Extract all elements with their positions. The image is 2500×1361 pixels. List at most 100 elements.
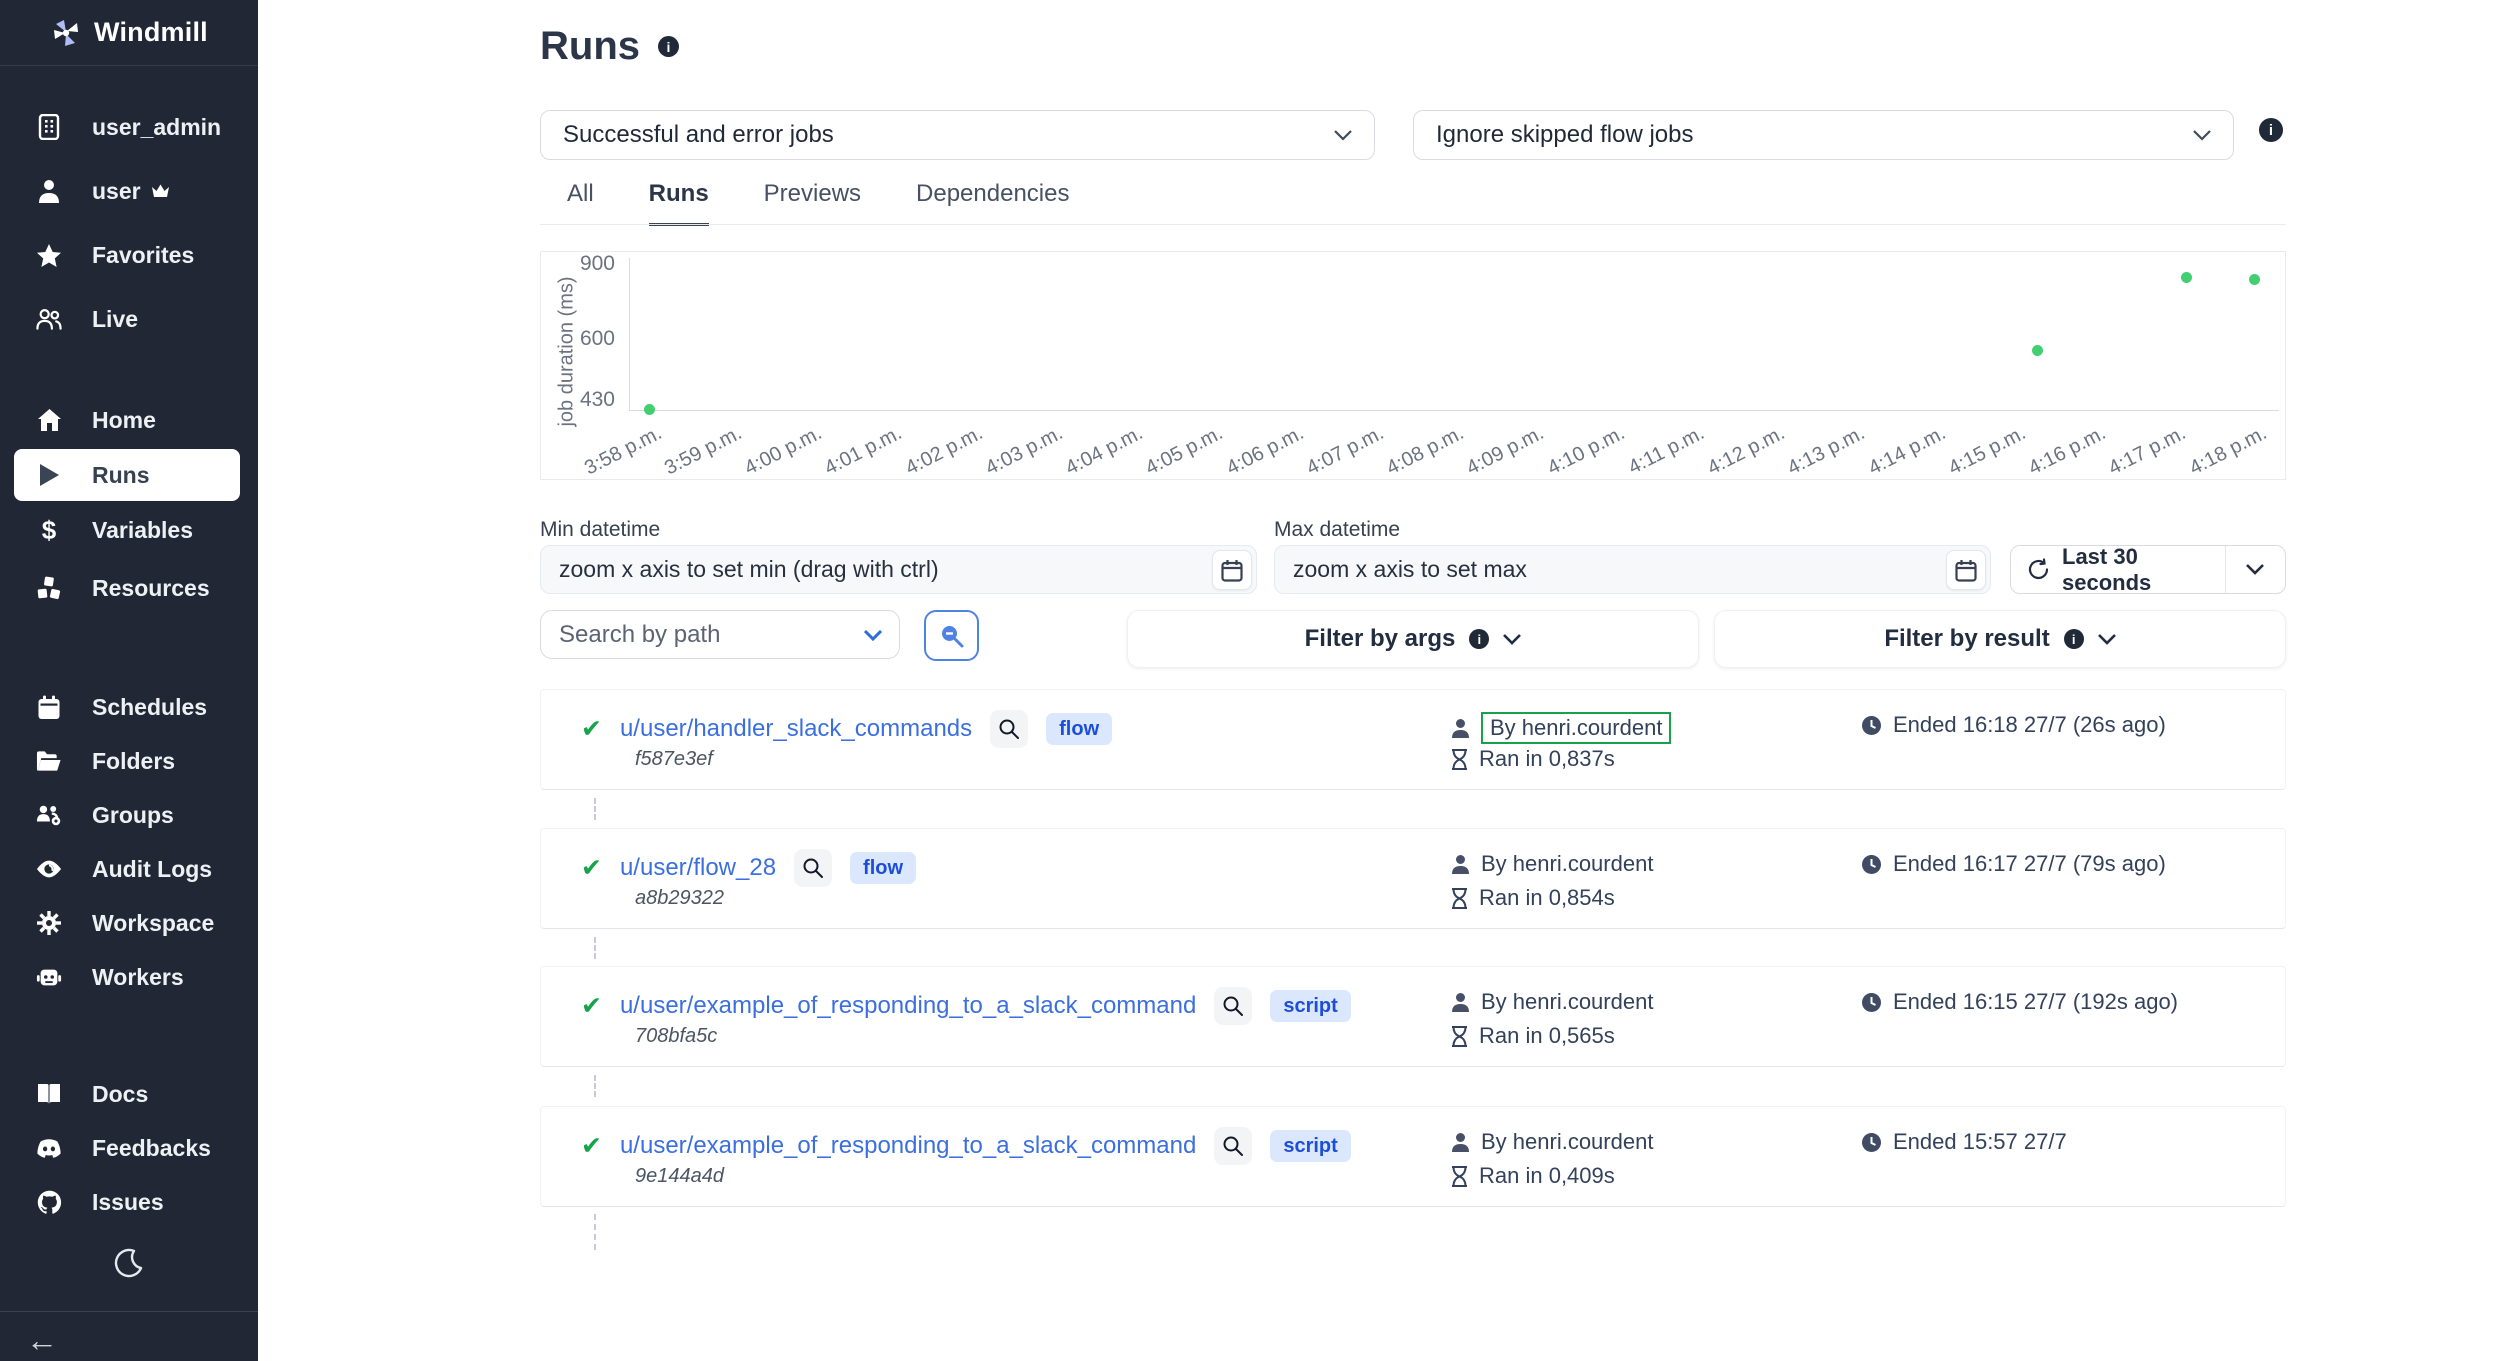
status-filter-select[interactable]: Successful and error jobs: [540, 110, 1375, 160]
inspect-run-button[interactable]: [794, 849, 832, 887]
sidebar-item-home[interactable]: Home: [0, 391, 258, 449]
chart-x-tick-label: 4:11 p.m.: [1625, 422, 1708, 480]
run-path-link[interactable]: u/user/example_of_responding_to_a_slack_…: [620, 992, 1196, 1020]
run-row[interactable]: ✔ u/user/flow_28 flow a8b29322 By henri.…: [540, 828, 2286, 929]
sidebar-item-workers[interactable]: Workers: [0, 950, 258, 1004]
building-icon: [36, 114, 62, 140]
sidebar-item-label: Schedules: [92, 694, 207, 721]
sidebar-item-variables[interactable]: $ Variables: [0, 501, 258, 559]
sidebar-item-label: Feedbacks: [92, 1135, 211, 1162]
chart-x-tick-label: 4:13 p.m.: [1784, 422, 1869, 480]
sidebar-item-label: user_admin: [92, 114, 221, 141]
run-hash: 708bfa5c: [635, 1025, 717, 1048]
sidebar-item-user-admin[interactable]: user_admin: [0, 95, 258, 159]
run-by: By henri.courdent: [1481, 851, 1653, 877]
sidebar-item-issues[interactable]: Issues: [0, 1175, 258, 1229]
sidebar-item-schedules[interactable]: Schedules: [0, 680, 258, 734]
success-check-icon: ✔: [581, 1134, 602, 1159]
sidebar-item-runs[interactable]: Runs: [14, 449, 240, 501]
sidebar-item-label: user: [92, 178, 141, 205]
tabs-underline: [540, 224, 2286, 225]
chart-data-point[interactable]: [2032, 345, 2043, 356]
run-path-link[interactable]: u/user/flow_28: [620, 854, 776, 882]
time-range-button[interactable]: Last 30 seconds: [2010, 545, 2286, 594]
sidebar-item-folders[interactable]: Folders: [0, 734, 258, 788]
run-ended: Ended 15:57 27/7: [1893, 1129, 2067, 1155]
runs-info-icon[interactable]: i: [658, 36, 679, 57]
sidebar-item-resources[interactable]: Resources: [0, 559, 258, 617]
sidebar-item-label: Audit Logs: [92, 856, 212, 883]
inspect-run-button[interactable]: [1214, 987, 1252, 1025]
run-kind-badge: flow: [1046, 713, 1112, 745]
run-path-link[interactable]: u/user/example_of_responding_to_a_slack_…: [620, 1132, 1196, 1160]
sidebar-item-feedbacks[interactable]: Feedbacks: [0, 1121, 258, 1175]
user-icon: [36, 178, 62, 204]
max-datetime-input[interactable]: [1274, 545, 1991, 594]
tab-previews[interactable]: Previews: [764, 180, 861, 226]
filters-info-icon[interactable]: i: [2259, 118, 2283, 142]
sidebar-item-audit-logs[interactable]: Audit Logs: [0, 842, 258, 896]
star-icon: [36, 243, 62, 268]
hourglass-icon: [1451, 888, 1468, 909]
tab-all[interactable]: All: [567, 180, 594, 226]
sidebar-item-label: Home: [92, 407, 156, 434]
min-datetime-input[interactable]: [540, 545, 1257, 594]
chart-data-point[interactable]: [2181, 272, 2192, 283]
sidebar-item-docs[interactable]: Docs: [0, 1067, 258, 1121]
sidebar-item-label: Variables: [92, 517, 193, 544]
magnifier-icon: [802, 857, 824, 879]
run-duration: Ran in 0,409s: [1479, 1163, 1615, 1189]
search-path-input[interactable]: [540, 610, 900, 659]
tab-dependencies[interactable]: Dependencies: [916, 180, 1069, 226]
sidebar-item-favorites[interactable]: Favorites: [0, 223, 258, 287]
hourglass-icon: [1451, 1026, 1468, 1047]
chart-y-tick-label: 430: [549, 387, 615, 413]
status-filter-value: Successful and error jobs: [563, 121, 1334, 149]
clock-icon: [1861, 715, 1882, 736]
sidebar-item-label: Resources: [92, 575, 210, 602]
skip-filter-select[interactable]: Ignore skipped flow jobs: [1413, 110, 2234, 160]
run-kind-badge: script: [1270, 1130, 1350, 1162]
run-row[interactable]: ✔ u/user/example_of_responding_to_a_slac…: [540, 1106, 2286, 1207]
filter-by-args-button[interactable]: Filter by args i: [1127, 610, 1699, 668]
chart-data-point[interactable]: [644, 404, 655, 415]
clock-icon: [1861, 1132, 1882, 1153]
runs-duration-chart[interactable]: job duration (ms) 9006004303:58 p.m.3:59…: [540, 251, 2286, 480]
run-row[interactable]: ✔ u/user/handler_slack_commands flow f58…: [540, 689, 2286, 790]
min-datetime-calendar-button[interactable]: [1212, 550, 1252, 590]
sidebar-item-live[interactable]: Live: [0, 287, 258, 351]
sidebar-admin-group: Schedules Folders Groups Audit Logs Work…: [0, 680, 258, 1004]
sidebar-item-label: Live: [92, 306, 138, 333]
run-kind-tabs: All Runs Previews Dependencies: [567, 180, 1069, 226]
tab-runs[interactable]: Runs: [649, 180, 709, 226]
hourglass-icon: [1451, 1166, 1468, 1187]
calendar-icon: [36, 695, 62, 720]
min-datetime-label: Min datetime: [540, 518, 660, 542]
search-button[interactable]: [924, 610, 979, 661]
time-range-chevron[interactable]: [2226, 564, 2285, 575]
run-row[interactable]: ✔ u/user/example_of_responding_to_a_slac…: [540, 966, 2286, 1067]
run-ended: Ended 16:18 27/7 (26s ago): [1893, 712, 2166, 738]
max-datetime-calendar-button[interactable]: [1946, 550, 1986, 590]
chart-x-tick-label: 4:06 p.m.: [1223, 422, 1308, 480]
magnifier-icon: [998, 718, 1020, 740]
chart-data-point[interactable]: [2249, 274, 2260, 285]
args-info-icon[interactable]: i: [1469, 629, 1489, 649]
filter-by-result-button[interactable]: Filter by result i: [1714, 610, 2286, 668]
skip-filter-value: Ignore skipped flow jobs: [1436, 121, 2193, 149]
chart-x-tick-label: 4:00 p.m.: [741, 422, 826, 480]
dark-mode-toggle[interactable]: [114, 1248, 144, 1278]
sidebar-item-workspace[interactable]: Workspace: [0, 896, 258, 950]
run-path-link[interactable]: u/user/handler_slack_commands: [620, 715, 972, 743]
app-logo[interactable]: Windmill: [0, 0, 258, 66]
hourglass-icon: [1451, 749, 1468, 770]
inspect-run-button[interactable]: [990, 710, 1028, 748]
timeline-connector: [594, 1214, 596, 1250]
run-hash: f587e3ef: [635, 748, 713, 771]
collapse-sidebar-arrow-icon[interactable]: ←: [26, 1322, 58, 1359]
sidebar-item-groups[interactable]: Groups: [0, 788, 258, 842]
robot-icon: [36, 965, 62, 989]
sidebar-item-user[interactable]: user: [0, 159, 258, 223]
result-info-icon[interactable]: i: [2064, 629, 2084, 649]
inspect-run-button[interactable]: [1214, 1127, 1252, 1165]
